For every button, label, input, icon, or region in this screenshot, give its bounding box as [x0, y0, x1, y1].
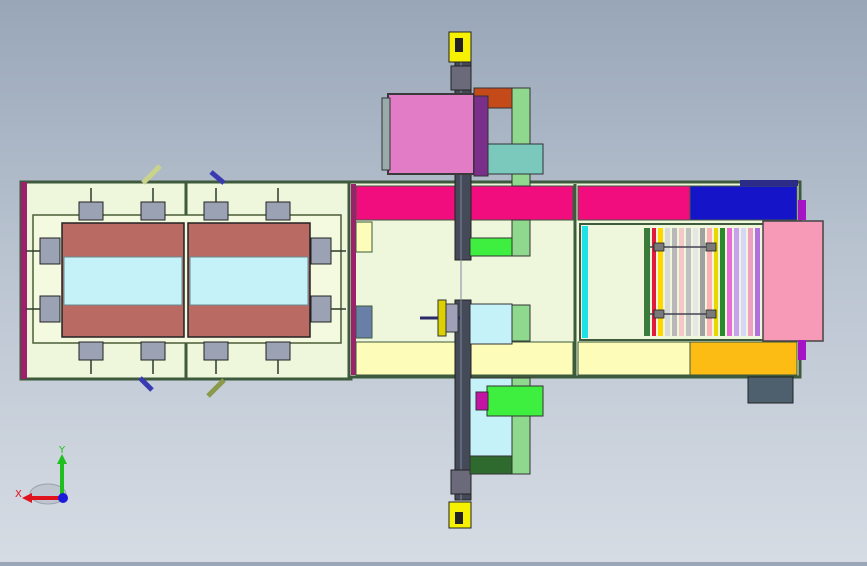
- assembly-drawing: Y X: [15, 31, 824, 529]
- z-axis-dot: [58, 493, 68, 503]
- outfeed-pink-block[interactable]: [762, 220, 824, 342]
- blue-beam-cap: [740, 180, 798, 186]
- left-edge-rail: [21, 182, 27, 379]
- magenta-beam-right: [577, 185, 691, 221]
- gripper-body: [469, 303, 513, 345]
- robot-unit-bottom[interactable]: [469, 377, 544, 475]
- blue-beam: [689, 185, 798, 221]
- rail-end-cap-bottom-slot: [455, 512, 463, 524]
- lime-block: [486, 385, 544, 417]
- teal-block: [486, 143, 544, 175]
- rail-drive-top: [450, 65, 472, 91]
- x-axis-label: X: [15, 489, 22, 500]
- fixture-table-right[interactable]: [187, 222, 311, 338]
- fixture-table-left[interactable]: [61, 222, 185, 338]
- y-axis-label: Y: [58, 445, 66, 456]
- lime-base-top: [469, 237, 513, 257]
- orange-beam: [689, 341, 798, 376]
- rail-drive-bottom: [450, 469, 472, 495]
- rail-end-cap-top-slot: [455, 38, 463, 52]
- pink-housing: [387, 93, 475, 175]
- coordinate-triad: Y X: [15, 445, 68, 505]
- cream-beam-right: [577, 341, 691, 376]
- left-block: [355, 305, 373, 339]
- outfeed-tab-bottom: [798, 340, 806, 360]
- cad-viewport[interactable]: Y X: [0, 0, 867, 562]
- left-pad: [355, 221, 373, 253]
- dark-green-base: [469, 455, 513, 475]
- outfeed-tab-top: [798, 200, 806, 220]
- control-box[interactable]: [747, 376, 794, 404]
